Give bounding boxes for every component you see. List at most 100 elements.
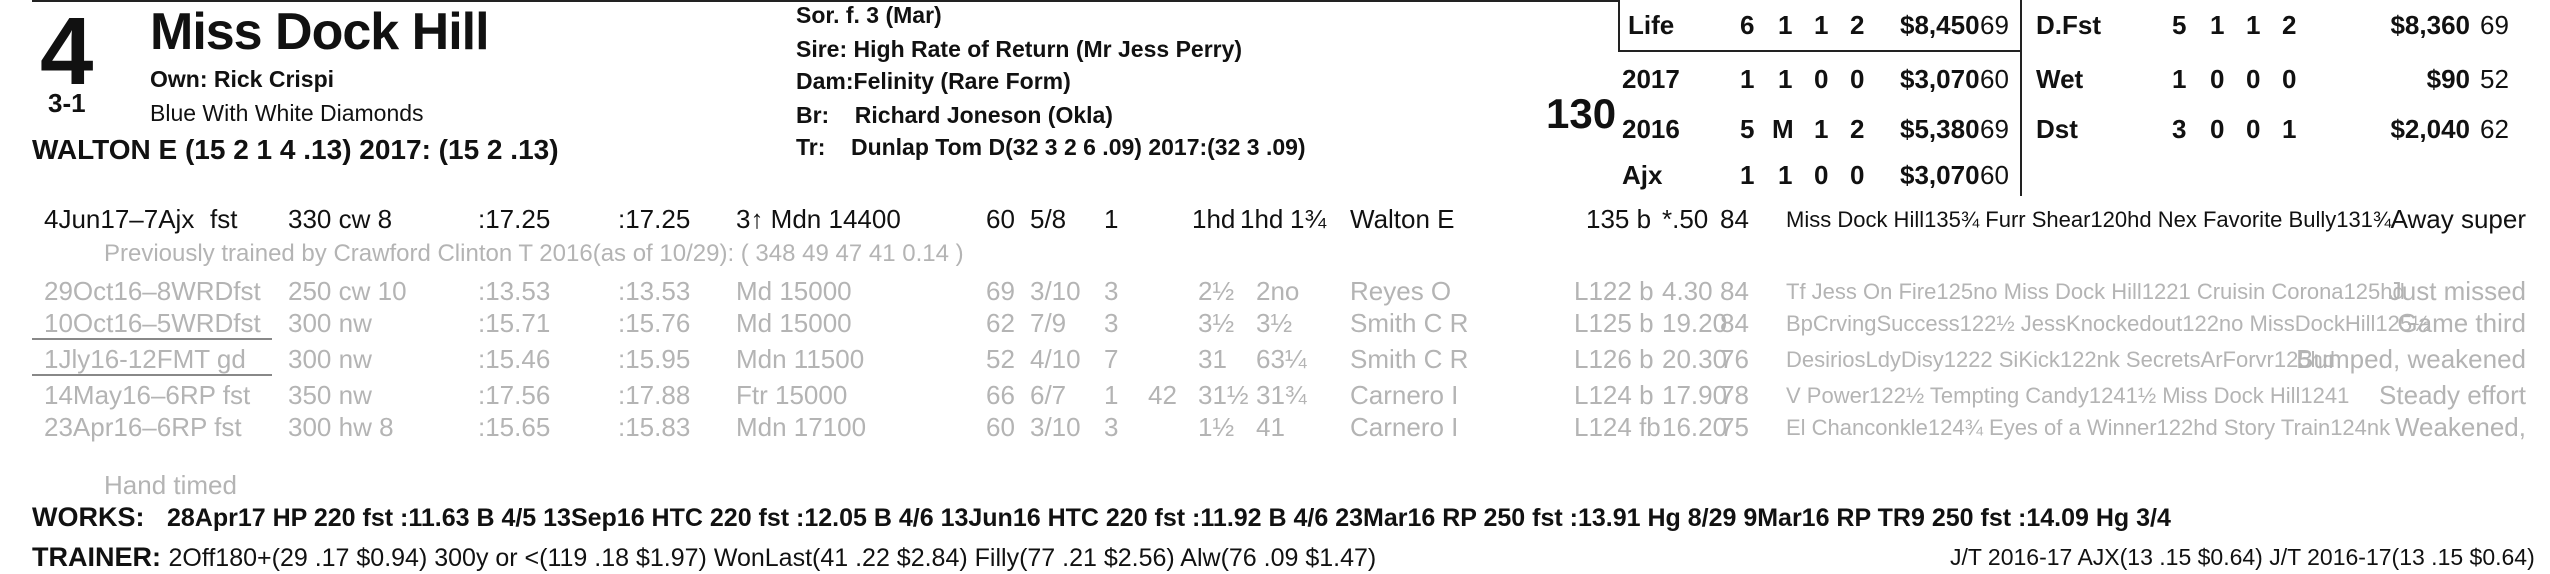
race-line-past: 23Apr16–6RP fst 300 hw 8:15.65:15.83 Mdn 1… [0,412,2550,446]
morning-line: 3-1 [48,88,86,118]
race-type: Mdn 11500 [736,344,865,374]
race-jockey: Smith C R [1350,308,1469,338]
stat-places: 1 [1814,114,1829,144]
stat-starts: 1 [1740,160,1755,190]
race-call2: 3½ [1198,308,1235,338]
race-distance: 330 cw 8 [288,204,393,234]
stat-earnings: $8,360 [2390,10,2470,40]
race-post: 6/7 [1030,380,1067,410]
stat-earnings: $8,450 [1900,10,1980,40]
stat-shows: 2 [2282,10,2297,40]
stat-earnings: $3,070 [1900,160,1980,190]
trainer-label: Tr: [796,134,826,160]
stat-earnings: $5,380 [1900,114,1980,144]
stat-wins: M [1772,114,1794,144]
race-distance: 300 nw [288,308,372,338]
weight: 130 [1546,90,1617,137]
stat-label: 2017 [1622,64,1680,94]
race-odds: 20.30 [1662,344,1728,374]
stat-starts: 3 [2172,114,2187,144]
race-finish: 1¾ [1290,204,1327,234]
race-speed: 52 [986,344,1015,374]
trainer-value: Dunlap Tom D(32 3 2 6 .09) 2017:(32 3 .0… [850,134,1306,160]
trainer-stats-text: 2Off180+(29 .17 $0.94) 300y or <(119 .18… [168,544,1377,572]
stat-label: Life [1628,10,1675,40]
works-label: WORKS: [32,502,145,532]
race-date-track: 10Oct16–5WRDfst [44,308,261,338]
race-line-past: 14May16–6RP fst 350 nw:17.56:17.88 Ftr 150… [0,380,2550,414]
race-weight-med: L124 fb [1574,412,1661,442]
race-frac1: :17.56 [478,380,551,410]
race-frac1: :15.65 [478,412,551,442]
race-date-track: 29Oct16–8WRDfst [44,276,261,306]
race-odds: 16.20 [1662,412,1728,442]
stat-starts: 1 [1740,64,1755,94]
works-line: WORKS: 28Apr17 HP 220 fst :11.63 B 4/5 1… [32,502,2171,533]
race-frac1: :13.53 [478,276,551,306]
race-comment: Weakened, [2394,412,2526,442]
race-jockey: Carnero I [1350,412,1459,442]
stat-fig: 69 [2480,10,2509,40]
race-weight-med: L122 b [1574,276,1654,306]
race-surface: fst [210,204,238,234]
race-post: 5/8 [1030,204,1067,234]
stat-earnings: $2,040 [2390,114,2470,144]
stat-shows: 2 [1850,114,1865,144]
race-distance: 300 nw [288,344,372,374]
race-post: 4/10 [1030,344,1081,374]
stat-starts: 5 [2172,10,2187,40]
stat-label: Wet [2036,64,2084,94]
race-fig: 75 [1720,412,1749,442]
stat-earnings: $90 [2426,64,2470,94]
race-start: 3 [1104,412,1119,442]
race-jockey: Walton E [1350,204,1455,234]
race-call2: 31 [1198,344,1227,374]
stat-places: 0 [1814,160,1829,190]
race-jockey: Carnero I [1350,380,1459,410]
race-frac2: :15.95 [618,344,691,374]
dam-label: Dam: [796,68,854,94]
race-call2: 1hd [1240,204,1284,234]
race-odds: 17.90 [1662,380,1728,410]
race-comment: Steady effort [2379,380,2526,410]
stat-wins: 0 [2210,64,2225,94]
race-start: 3 [1104,276,1119,306]
race-call2: 31½ [1198,380,1249,410]
race-speed: 60 [986,204,1015,234]
race-weight-med: 135 b [1586,204,1652,234]
race-finish: 31¾ [1256,380,1307,410]
race-type: Mdn 17100 [736,412,867,442]
race-comment: Just missed [2388,276,2526,306]
sire: Sire: High Rate of Return (Mr Jess Perry… [796,36,1242,63]
race-odds: *.50 [1662,204,1709,234]
stat-starts: 6 [1740,10,1755,40]
sex-age: Sor. f. 3 (Mar) [796,2,942,28]
race-post: 7/9 [1030,308,1067,338]
race-start: 1 [1104,380,1119,410]
stat-fig: 62 [2480,114,2509,144]
race-weight-med: L126 b [1574,344,1654,374]
works-text: 28Apr17 HP 220 fst :11.63 B 4/5 13Sep16 … [167,504,2171,532]
stat-fig: 60 [1980,160,2009,190]
stat-fig: 60 [1980,64,2009,94]
race-comment: Game third [2397,308,2526,338]
stat-shows: 0 [1850,64,1865,94]
race-fig: 84 [1720,204,1749,234]
stats-left-border [1618,0,1620,52]
stat-label: Dst [2036,114,2078,144]
trainer: Tr: Dunlap Tom D(32 3 2 6 .09) 2017:(32 … [796,134,1306,161]
race-start: 1 [1104,204,1119,234]
race-type: Ftr 15000 [736,380,848,410]
breeder-label: Br: [796,102,830,128]
stat-shows: 0 [2282,64,2297,94]
stat-label: Ajx [1622,160,1663,190]
race-date-track: 1Jly16-12FMT gd [44,344,246,374]
stat-places: 1 [2246,10,2261,40]
stat-fig: 52 [2480,64,2509,94]
stat-wins: 1 [1778,160,1793,190]
silks: Blue With White Diamonds [150,100,424,126]
jt-stats: J/T 2016-17 AJX(13 .15 $0.64) J/T 2016-1… [1950,544,2535,570]
trainer-stats-line: TRAINER: 2Off180+(29 .17 $0.94) 300y or … [32,542,1376,573]
stats-divider [2020,0,2022,196]
race-frac1: :15.46 [478,344,551,374]
